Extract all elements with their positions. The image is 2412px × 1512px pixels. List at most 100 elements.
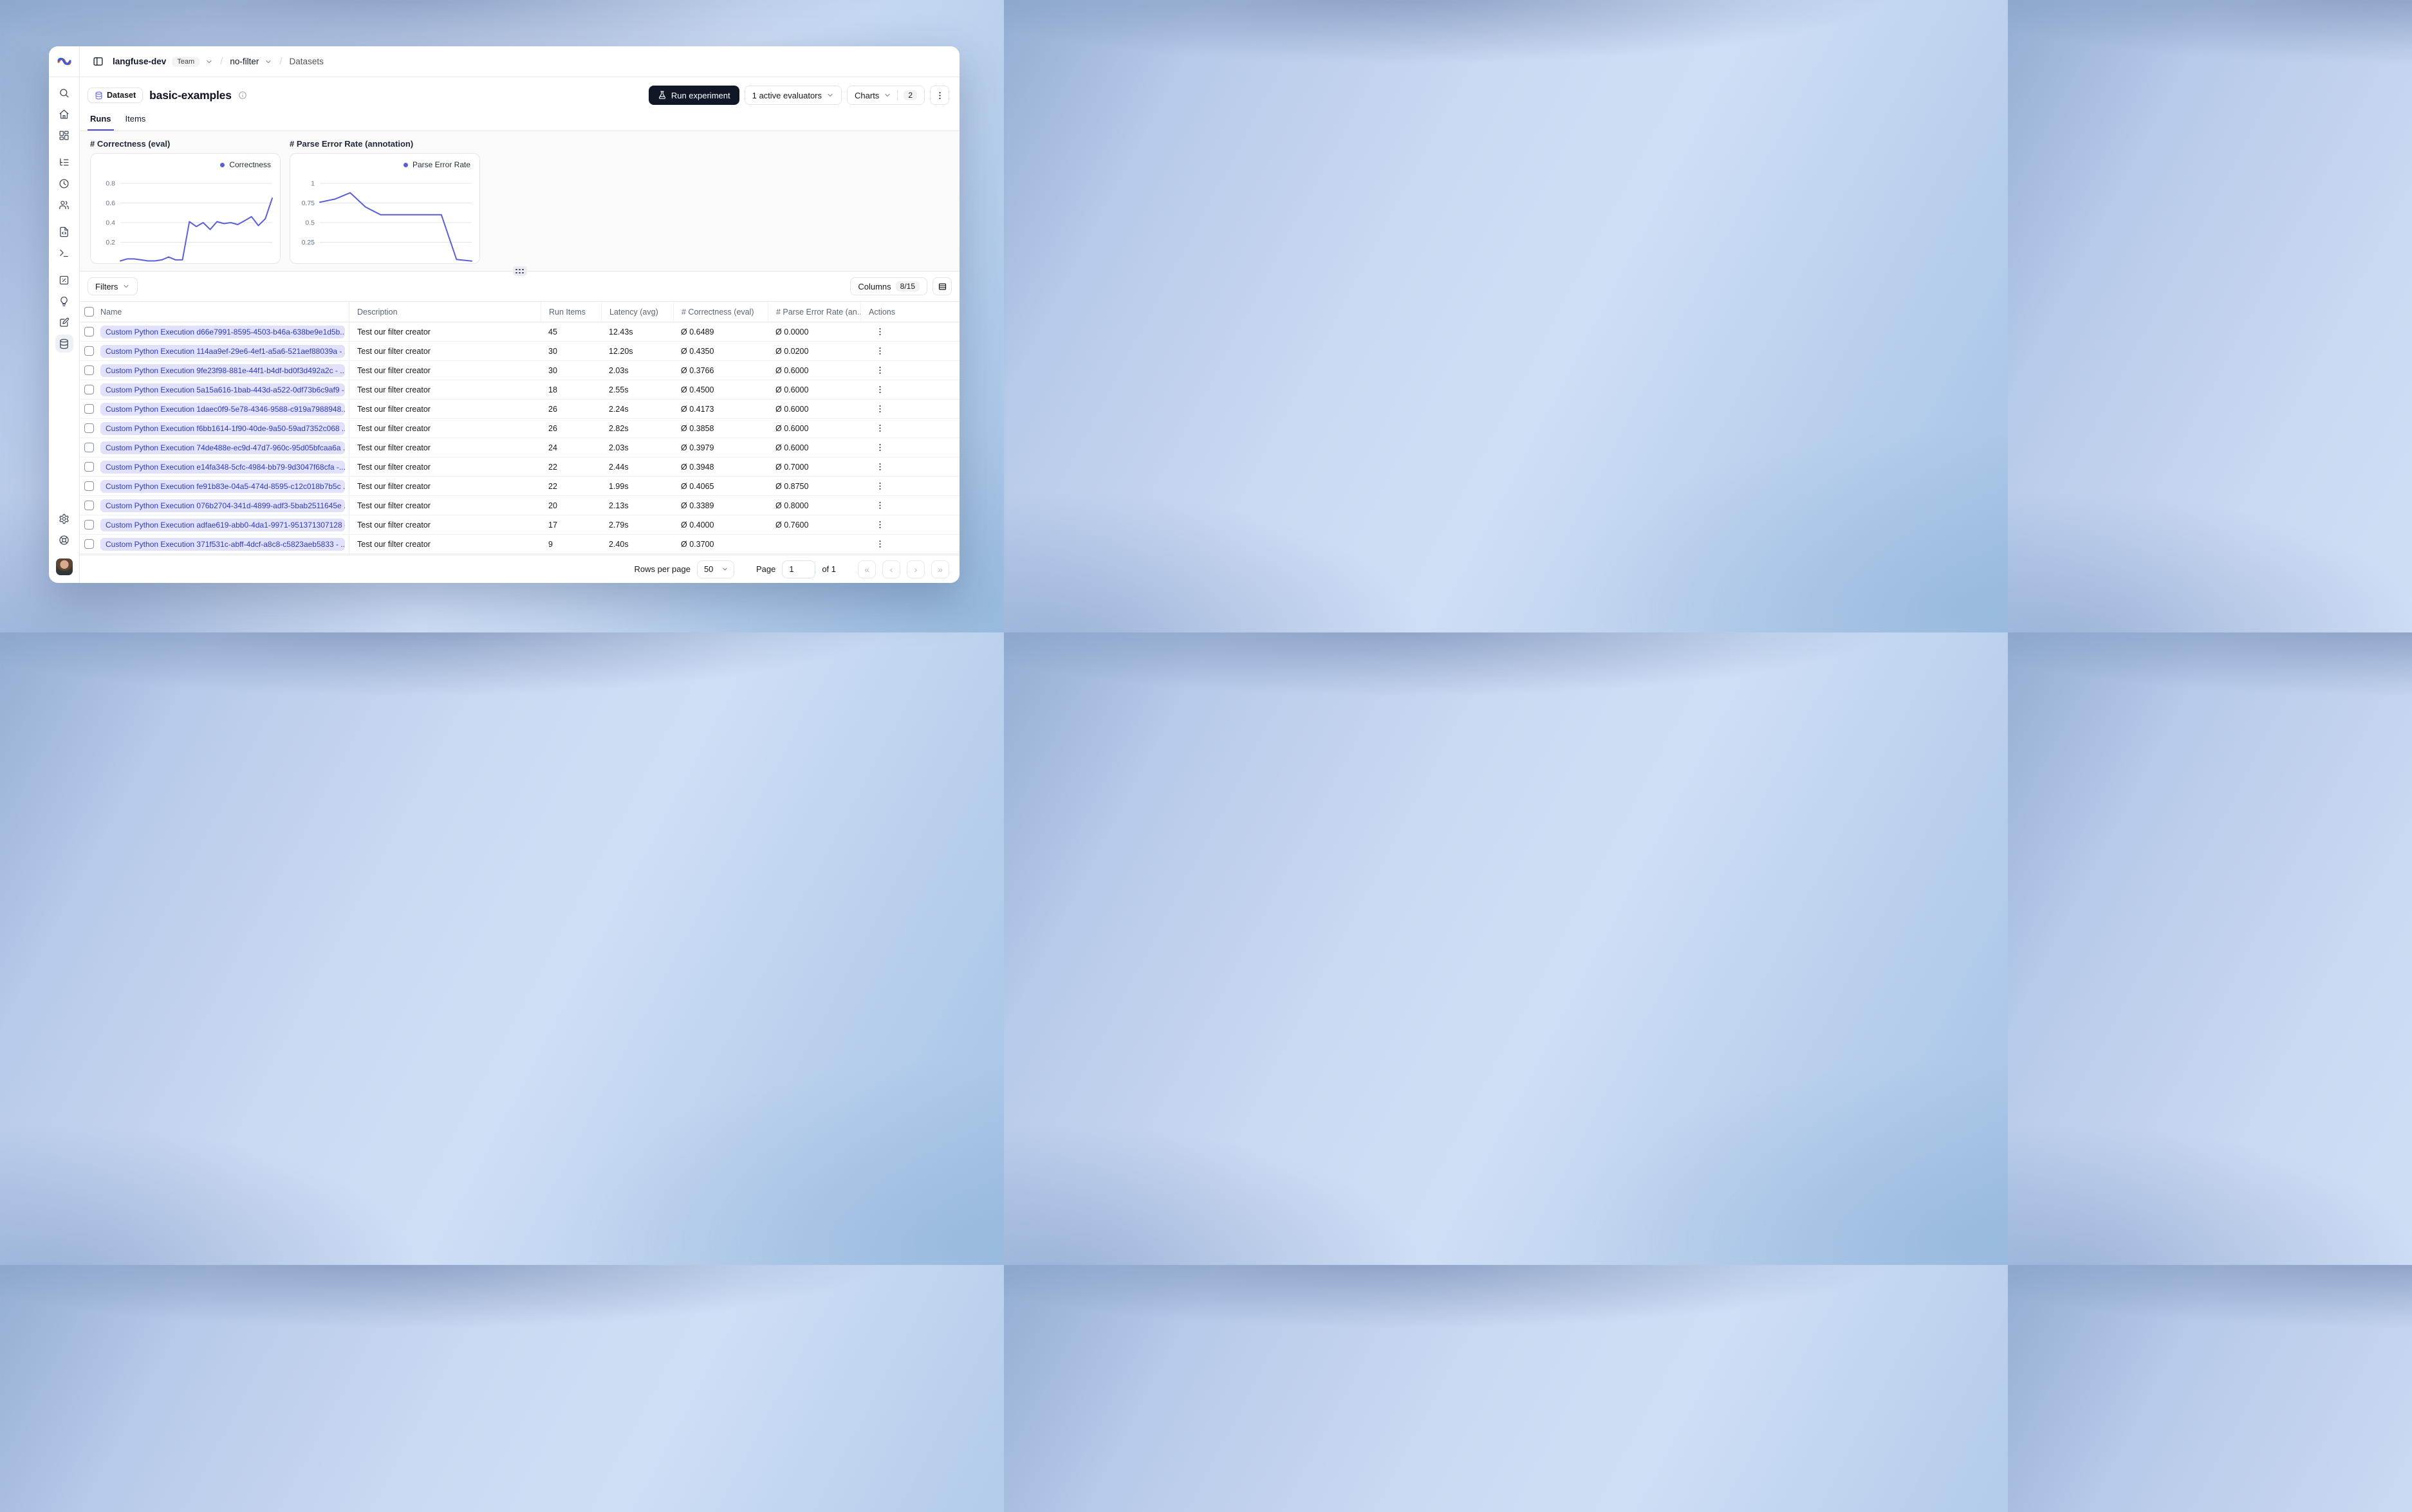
next-page-button[interactable]: › — [907, 560, 925, 578]
table-row[interactable]: Custom Python Execution 076b2704-341d-48… — [80, 496, 960, 515]
filters-button[interactable]: Filters — [88, 277, 138, 295]
table-row[interactable]: Custom Python Execution 1daec0f9-5e78-43… — [80, 400, 960, 419]
sidebar-item-support[interactable] — [55, 531, 73, 549]
sidebar-item-llm-judge[interactable] — [55, 292, 73, 310]
column-header-run-items[interactable]: Run Items — [541, 302, 601, 322]
run-experiment-button[interactable]: Run experiment — [648, 86, 739, 105]
row-actions-button[interactable] — [872, 401, 887, 417]
table-row[interactable]: Custom Python Execution 5a15a616-1bab-44… — [80, 380, 960, 400]
annotation-queues-icon — [60, 317, 70, 327]
sidebar-item-sessions[interactable] — [55, 174, 73, 192]
table-row[interactable]: Custom Python Execution 74de488e-ec9d-47… — [80, 438, 960, 457]
column-header-description[interactable]: Description — [349, 302, 541, 322]
sidebar-item-users[interactable] — [55, 196, 73, 214]
row-actions-button[interactable] — [872, 537, 887, 552]
row-checkbox[interactable] — [84, 539, 94, 549]
kebab-menu-icon — [879, 347, 880, 355]
table-row[interactable]: Custom Python Execution 9fe23f98-881e-44… — [80, 361, 960, 380]
more-actions-button[interactable] — [930, 86, 949, 105]
sidebar-toggle-icon[interactable] — [89, 53, 107, 71]
user-avatar[interactable] — [55, 558, 73, 575]
sidebar-item-playground[interactable] — [55, 244, 73, 262]
row-checkbox[interactable] — [84, 481, 94, 491]
row-checkbox[interactable] — [84, 346, 94, 356]
run-name-link[interactable]: Custom Python Execution adfae619-abb0-4d… — [100, 518, 345, 531]
column-header-latency[interactable]: Latency (avg) — [601, 302, 673, 322]
page-number-input[interactable] — [782, 560, 816, 578]
users-icon — [59, 200, 69, 209]
run-name-link[interactable]: Custom Python Execution 74de488e-ec9d-47… — [100, 441, 345, 454]
tab-items[interactable]: Items — [125, 112, 146, 131]
run-name-link[interactable]: Custom Python Execution f6bb1614-1f90-40… — [100, 421, 345, 435]
row-checkbox[interactable] — [84, 462, 94, 472]
panel-resize-handle[interactable] — [512, 266, 527, 276]
row-actions-button[interactable] — [872, 324, 887, 340]
row-actions-button[interactable] — [872, 479, 887, 494]
row-checkbox[interactable] — [84, 501, 94, 510]
run-name-link[interactable]: Custom Python Execution 371f531c-abff-4d… — [100, 537, 345, 551]
run-name-link[interactable]: Custom Python Execution 114aa9ef-29e6-4e… — [100, 344, 345, 358]
row-actions-button[interactable] — [872, 440, 887, 456]
row-actions-button[interactable] — [872, 517, 887, 533]
run-name-link[interactable]: Custom Python Execution e14fa348-5cfc-49… — [100, 460, 345, 474]
row-checkbox[interactable] — [84, 327, 94, 337]
langfuse-logo[interactable] — [49, 46, 79, 77]
row-checkbox[interactable] — [84, 520, 94, 530]
sidebar-item-annotation-queues[interactable] — [55, 313, 73, 331]
run-name-link[interactable]: Custom Python Execution fe91b83e-04a5-47… — [100, 479, 345, 493]
row-checkbox[interactable] — [84, 423, 94, 433]
table-row[interactable]: Custom Python Execution adfae619-abb0-4d… — [80, 515, 960, 535]
table-row[interactable]: Custom Python Execution f6bb1614-1f90-40… — [80, 419, 960, 438]
row-actions-button[interactable] — [872, 459, 887, 475]
row-checkbox[interactable] — [84, 385, 94, 394]
sidebar-item-datasets[interactable] — [55, 335, 73, 353]
breadcrumb-project[interactable]: no-filter — [230, 57, 259, 66]
row-height-button[interactable] — [932, 277, 952, 295]
column-header-parse-error-rate[interactable]: # Parse Error Rate (an... — [768, 302, 860, 322]
breadcrumb-section[interactable]: Datasets — [290, 57, 324, 66]
sidebar-item-evaluation[interactable] — [55, 271, 73, 289]
table-row[interactable]: Custom Python Execution d66e7991-8595-45… — [80, 322, 960, 342]
run-name-link[interactable]: Custom Python Execution 9fe23f98-881e-44… — [100, 364, 345, 377]
previous-page-button[interactable]: ‹ — [882, 560, 900, 578]
table-row[interactable]: Custom Python Execution fe91b83e-04a5-47… — [80, 477, 960, 496]
tab-runs[interactable]: Runs — [88, 112, 113, 131]
charts-dropdown[interactable]: Charts 2 — [847, 86, 925, 105]
row-checkbox[interactable] — [84, 404, 94, 414]
table-row[interactable]: Custom Python Execution e14fa348-5cfc-49… — [80, 457, 960, 477]
sidebar-item-search[interactable] — [55, 84, 73, 102]
evaluation-icon — [59, 275, 69, 284]
run-description: Test our filter creator — [349, 322, 541, 341]
row-actions-button[interactable] — [872, 344, 887, 359]
row-checkbox[interactable] — [84, 443, 94, 452]
info-icon[interactable] — [238, 91, 247, 100]
first-page-button[interactable]: « — [858, 560, 876, 578]
select-all-checkbox[interactable] — [84, 307, 94, 317]
table-row[interactable]: Custom Python Execution 371f531c-abff-4d… — [80, 535, 960, 554]
run-name-link[interactable]: Custom Python Execution 5a15a616-1bab-44… — [100, 383, 345, 396]
sidebar-item-settings[interactable] — [55, 510, 73, 528]
sidebar-item-tracing[interactable] — [55, 153, 73, 171]
last-page-button[interactable]: » — [931, 560, 949, 578]
chevron-down-icon[interactable] — [205, 58, 213, 66]
sidebar-item-home[interactable] — [55, 105, 73, 123]
row-actions-button[interactable] — [872, 498, 887, 513]
row-actions-button[interactable] — [872, 382, 887, 398]
active-evaluators-dropdown[interactable]: 1 active evaluators — [744, 86, 842, 105]
sidebar-item-dashboards[interactable] — [55, 126, 73, 144]
row-actions-button[interactable] — [872, 421, 887, 436]
run-name-link[interactable]: Custom Python Execution 076b2704-341d-48… — [100, 499, 345, 512]
run-name-link[interactable]: Custom Python Execution d66e7991-8595-45… — [100, 325, 345, 338]
row-actions-button[interactable] — [872, 363, 887, 378]
columns-button[interactable]: Columns 8/15 — [850, 277, 927, 295]
table-row[interactable]: Custom Python Execution 114aa9ef-29e6-4e… — [80, 342, 960, 361]
chevron-down-icon[interactable] — [264, 58, 272, 66]
column-header-name[interactable]: Name — [98, 302, 349, 322]
column-header-correctness[interactable]: # Correctness (eval) — [673, 302, 768, 322]
row-checkbox[interactable] — [84, 365, 94, 375]
run-name-link[interactable]: Custom Python Execution 1daec0f9-5e78-43… — [100, 402, 345, 416]
breadcrumb-org[interactable]: langfuse-dev — [113, 57, 166, 66]
sidebar-item-prompts[interactable] — [55, 223, 73, 241]
svg-text:0.25: 0.25 — [302, 239, 315, 246]
rows-per-page-select[interactable]: 50 — [696, 560, 734, 578]
